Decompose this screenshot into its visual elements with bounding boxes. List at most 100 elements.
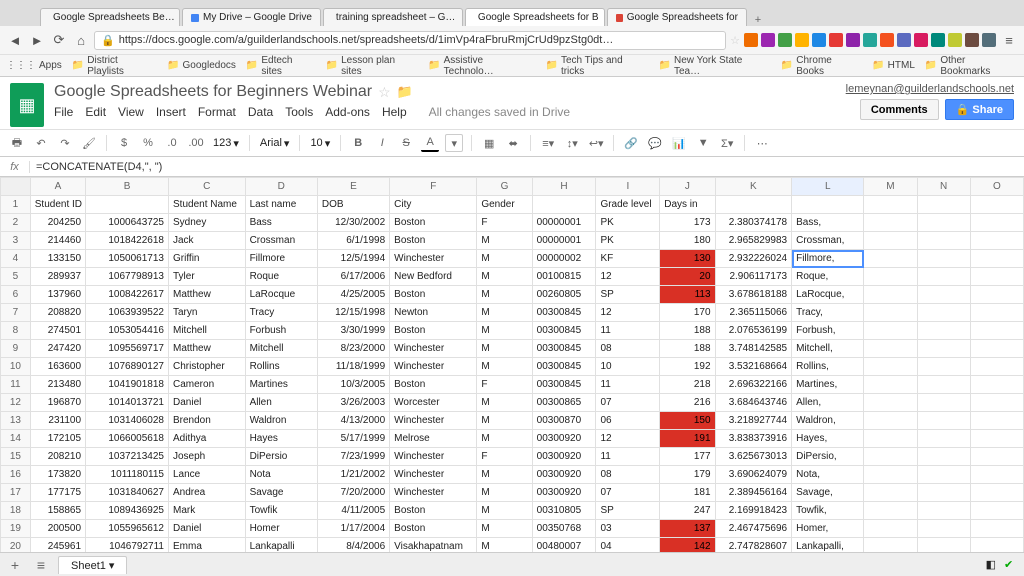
- bookmark-item[interactable]: 📁Googledocs: [167, 55, 236, 77]
- cell[interactable]: Tyler: [169, 268, 246, 286]
- cell[interactable]: [864, 466, 917, 484]
- cell[interactable]: [917, 430, 970, 448]
- cell[interactable]: 179: [660, 466, 715, 484]
- cell[interactable]: Towfik: [245, 502, 317, 520]
- cell[interactable]: Boston: [390, 214, 477, 232]
- cell[interactable]: 1031406028: [86, 412, 169, 430]
- cell[interactable]: 170: [660, 304, 715, 322]
- other-bookmarks[interactable]: 📁 Other Bookmarks: [925, 55, 1018, 77]
- menu-add-ons[interactable]: Add-ons: [325, 105, 370, 119]
- cell[interactable]: 192: [660, 358, 715, 376]
- font-size[interactable]: 10▾: [308, 137, 332, 150]
- cell[interactable]: [970, 394, 1023, 412]
- cell[interactable]: Homer: [245, 520, 317, 538]
- cell[interactable]: KF: [596, 250, 660, 268]
- menu-view[interactable]: View: [118, 105, 144, 119]
- cell[interactable]: F: [477, 214, 532, 232]
- cell[interactable]: 180: [660, 232, 715, 250]
- filter-icon[interactable]: ▼: [694, 134, 712, 152]
- cell[interactable]: Taryn: [169, 304, 246, 322]
- cell[interactable]: M: [477, 466, 532, 484]
- cell[interactable]: [970, 322, 1023, 340]
- row-header[interactable]: 8: [1, 322, 31, 340]
- cell[interactable]: 00350768: [532, 520, 596, 538]
- cell[interactable]: Mitchell,: [792, 340, 864, 358]
- cell[interactable]: Lance: [169, 466, 246, 484]
- cell[interactable]: 12: [596, 430, 660, 448]
- cell[interactable]: Winchester: [390, 250, 477, 268]
- cell[interactable]: 1018422618: [86, 232, 169, 250]
- cell[interactable]: 1011180115: [86, 466, 169, 484]
- col-header[interactable]: H: [532, 178, 596, 196]
- cell[interactable]: 2.467475696: [715, 520, 792, 538]
- cell[interactable]: Sydney: [169, 214, 246, 232]
- extension-icon[interactable]: [965, 33, 979, 47]
- row-header[interactable]: 13: [1, 412, 31, 430]
- cell[interactable]: 188: [660, 340, 715, 358]
- cell[interactable]: 2.696322166: [715, 376, 792, 394]
- cell[interactable]: 231100: [30, 412, 85, 430]
- cell[interactable]: [864, 520, 917, 538]
- cell[interactable]: Worcester: [390, 394, 477, 412]
- cell[interactable]: 208210: [30, 448, 85, 466]
- cell[interactable]: Andrea: [169, 484, 246, 502]
- cell[interactable]: Roque: [245, 268, 317, 286]
- italic-icon[interactable]: I: [373, 134, 391, 152]
- cell[interactable]: 3.838373916: [715, 430, 792, 448]
- sheets-logo-icon[interactable]: ▦: [10, 83, 44, 127]
- cell[interactable]: [864, 250, 917, 268]
- browser-tab[interactable]: Google Spreadsheets for: [607, 8, 747, 26]
- cell[interactable]: Martines: [245, 376, 317, 394]
- cell[interactable]: [917, 340, 970, 358]
- cell[interactable]: [970, 376, 1023, 394]
- cell[interactable]: 2.932226024: [715, 250, 792, 268]
- cell[interactable]: [917, 214, 970, 232]
- cell[interactable]: [970, 412, 1023, 430]
- cell[interactable]: 00300920: [532, 448, 596, 466]
- cell[interactable]: [970, 358, 1023, 376]
- cell[interactable]: Daniel: [169, 394, 246, 412]
- cell[interactable]: Days in: [660, 196, 715, 214]
- cell[interactable]: M: [477, 250, 532, 268]
- menu-edit[interactable]: Edit: [85, 105, 106, 119]
- bookmark-item[interactable]: 📁Lesson plan sites: [326, 55, 419, 77]
- cell[interactable]: [917, 232, 970, 250]
- cell[interactable]: M: [477, 484, 532, 502]
- cell[interactable]: 172105: [30, 430, 85, 448]
- col-header[interactable]: G: [477, 178, 532, 196]
- cell[interactable]: 08: [596, 340, 660, 358]
- new-tab-button[interactable]: +: [749, 14, 767, 26]
- cell[interactable]: [917, 322, 970, 340]
- row-header[interactable]: 18: [1, 502, 31, 520]
- all-sheets-button[interactable]: ≡: [32, 557, 50, 573]
- reload-button[interactable]: ⟳: [50, 31, 68, 49]
- cell[interactable]: 4/11/2005: [317, 502, 389, 520]
- cell[interactable]: PK: [596, 232, 660, 250]
- row-header[interactable]: 15: [1, 448, 31, 466]
- cell[interactable]: Mark: [169, 502, 246, 520]
- cell[interactable]: 173: [660, 214, 715, 232]
- cell[interactable]: [917, 358, 970, 376]
- cell[interactable]: [532, 196, 596, 214]
- cell[interactable]: Rollins,: [792, 358, 864, 376]
- home-button[interactable]: ⌂: [72, 31, 90, 49]
- cell[interactable]: 204250: [30, 214, 85, 232]
- cell[interactable]: M: [477, 430, 532, 448]
- row-header[interactable]: 4: [1, 250, 31, 268]
- cell[interactable]: [970, 430, 1023, 448]
- cell[interactable]: 6/1/1998: [317, 232, 389, 250]
- cell[interactable]: 00000002: [532, 250, 596, 268]
- cell[interactable]: 00300845: [532, 340, 596, 358]
- cell[interactable]: Melrose: [390, 430, 477, 448]
- cell[interactable]: Christopher: [169, 358, 246, 376]
- col-header[interactable]: J: [660, 178, 715, 196]
- row-header[interactable]: 3: [1, 232, 31, 250]
- cell[interactable]: [917, 466, 970, 484]
- cell[interactable]: 133150: [30, 250, 85, 268]
- cell[interactable]: 00300845: [532, 376, 596, 394]
- cell[interactable]: 00300920: [532, 466, 596, 484]
- move-folder-icon[interactable]: 📁: [397, 84, 413, 100]
- cell[interactable]: Daniel: [169, 520, 246, 538]
- cell[interactable]: Roque,: [792, 268, 864, 286]
- text-color-icon[interactable]: A: [421, 134, 439, 152]
